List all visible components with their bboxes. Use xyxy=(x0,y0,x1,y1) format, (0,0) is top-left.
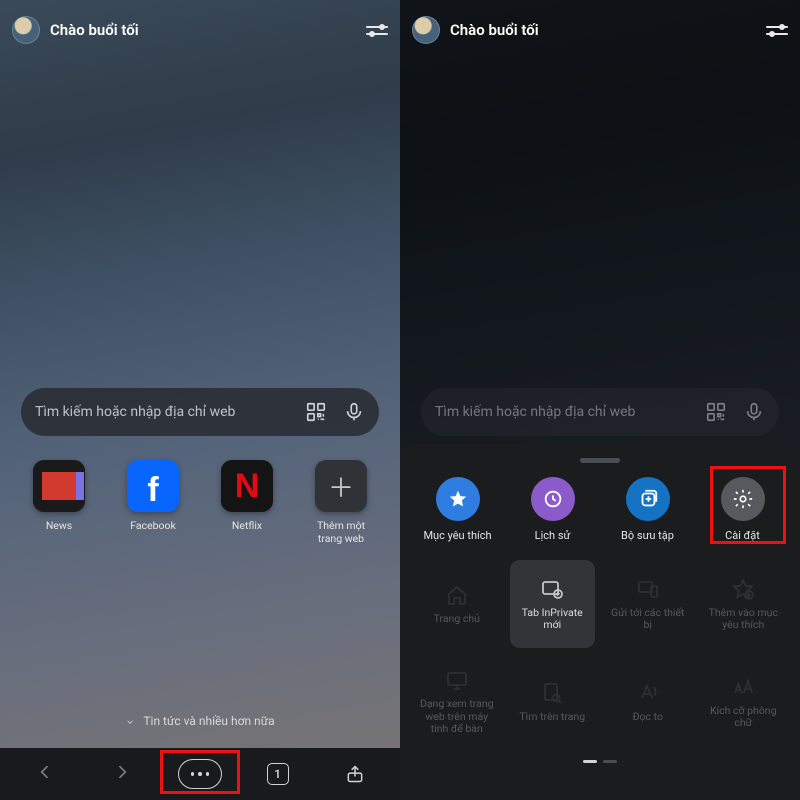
menu-item-label: Bộ sưu tập xyxy=(621,529,674,542)
speed-dial-tiles: News f Facebook N Netflix ＋ Thêm một tra… xyxy=(23,460,377,545)
chevron-left-icon xyxy=(35,762,55,787)
tabs-button[interactable]: 1 xyxy=(256,756,300,792)
menu-top-row: Mục yêu thích Lịch sử Bộ sưu tập Cài đặt xyxy=(414,477,786,542)
avatar[interactable] xyxy=(412,16,440,44)
dots-icon xyxy=(178,759,222,789)
grid-item-label: Gửi tới các thiết bị xyxy=(609,607,687,632)
topbar: Chào buổi tối xyxy=(0,10,400,50)
menu-favorites[interactable]: Mục yêu thích xyxy=(414,477,501,542)
grid-item-label: Tìm trên trang xyxy=(519,711,585,724)
menu-item-label: Mục yêu thích xyxy=(423,529,491,542)
search-bar[interactable]: Tìm kiếm hoặc nhập địa chỉ web xyxy=(421,388,779,436)
plus-icon: ＋ xyxy=(315,460,367,512)
collections-icon xyxy=(626,477,670,521)
history-icon xyxy=(531,477,575,521)
search-placeholder: Tìm kiếm hoặc nhập địa chỉ web xyxy=(435,404,705,420)
menu-item-label: Lịch sử xyxy=(535,529,571,542)
grid-item-label: Dạng xem trang web trên máy tính để bàn xyxy=(418,698,496,736)
bottom-toolbar: 1 xyxy=(0,748,400,800)
news-icon xyxy=(33,460,85,512)
menu-item-label: Cài đặt xyxy=(725,529,760,542)
mic-icon[interactable] xyxy=(343,401,365,423)
star-icon xyxy=(436,477,480,521)
tile-news[interactable]: News xyxy=(23,460,95,545)
chevron-right-icon xyxy=(112,762,132,787)
back-button[interactable] xyxy=(23,756,67,792)
facebook-icon: f xyxy=(127,460,179,512)
search-bar[interactable]: Tìm kiếm hoặc nhập địa chỉ web xyxy=(21,388,379,436)
phone-right: Chào buổi tối Tìm kiếm hoặc nhập địa chỉ… xyxy=(400,0,800,800)
share-button[interactable] xyxy=(333,756,377,792)
tile-label: Thêm một trang web xyxy=(305,520,377,545)
grid-home[interactable]: Trang chủ xyxy=(414,560,500,648)
tile-netflix[interactable]: N Netflix xyxy=(211,460,283,545)
menu-sheet: Mục yêu thích Lịch sử Bộ sưu tập Cài đặt xyxy=(400,444,800,800)
chevron-down-icon xyxy=(125,716,135,726)
forward-button[interactable] xyxy=(100,756,144,792)
grid-read-aloud[interactable]: Đọc to xyxy=(605,658,691,746)
grid-find-on-page[interactable]: Tìm trên trang xyxy=(510,658,596,746)
avatar[interactable] xyxy=(12,16,40,44)
sliders-icon[interactable] xyxy=(366,19,388,41)
greeting-text: Chào buổi tối xyxy=(50,21,139,39)
news-more-button[interactable]: Tin tức và nhiều hơn nữa xyxy=(125,714,274,728)
menu-button[interactable] xyxy=(178,756,222,792)
search-placeholder: Tìm kiếm hoặc nhập địa chỉ web xyxy=(35,404,305,420)
qr-icon[interactable] xyxy=(305,401,327,423)
gear-icon xyxy=(721,477,765,521)
greeting-text: Chào buổi tối xyxy=(450,21,539,39)
menu-settings[interactable]: Cài đặt xyxy=(699,477,786,542)
phone-left: Chào buổi tối Tìm kiếm hoặc nhập địa chỉ… xyxy=(0,0,400,800)
page-indicator xyxy=(414,760,786,763)
share-icon xyxy=(345,764,365,784)
mic-icon[interactable] xyxy=(743,401,765,423)
netflix-icon: N xyxy=(221,460,273,512)
menu-collections[interactable]: Bộ sưu tập xyxy=(604,477,691,542)
tile-label: Netflix xyxy=(232,520,262,533)
grid-item-label: Kích cỡ phông chữ xyxy=(705,705,783,730)
sliders-icon[interactable] xyxy=(766,19,788,41)
grid-item-label: Thêm vào mục yêu thích xyxy=(705,607,783,632)
tile-facebook[interactable]: f Facebook xyxy=(117,460,189,545)
tab-count: 1 xyxy=(274,767,281,781)
grid-item-label: Tab InPrivate mới xyxy=(514,607,592,632)
qr-icon[interactable] xyxy=(705,401,727,423)
menu-history[interactable]: Lịch sử xyxy=(509,477,596,542)
grid-desktop-view[interactable]: Dạng xem trang web trên máy tính để bàn xyxy=(414,658,500,746)
topbar: Chào buổi tối xyxy=(400,10,800,50)
tile-add-site[interactable]: ＋ Thêm một trang web xyxy=(305,460,377,545)
tile-label: Facebook xyxy=(130,520,176,533)
menu-grid: Trang chủ Tab InPrivate mới Gửi tới các … xyxy=(414,560,786,746)
grid-inprivate-tab[interactable]: Tab InPrivate mới xyxy=(510,560,596,648)
grid-item-label: Trang chủ xyxy=(434,613,480,626)
tile-label: News xyxy=(46,520,72,533)
news-more-label: Tin tức và nhiều hơn nữa xyxy=(143,714,274,728)
grid-item-label: Đọc to xyxy=(633,711,663,724)
grid-send-to-devices[interactable]: Gửi tới các thiết bị xyxy=(605,560,691,648)
grid-add-favorite[interactable]: Thêm vào mục yêu thích xyxy=(701,560,787,648)
grid-font-size[interactable]: Kích cỡ phông chữ xyxy=(701,658,787,746)
tabs-icon: 1 xyxy=(267,763,289,785)
drag-handle[interactable] xyxy=(580,458,620,463)
